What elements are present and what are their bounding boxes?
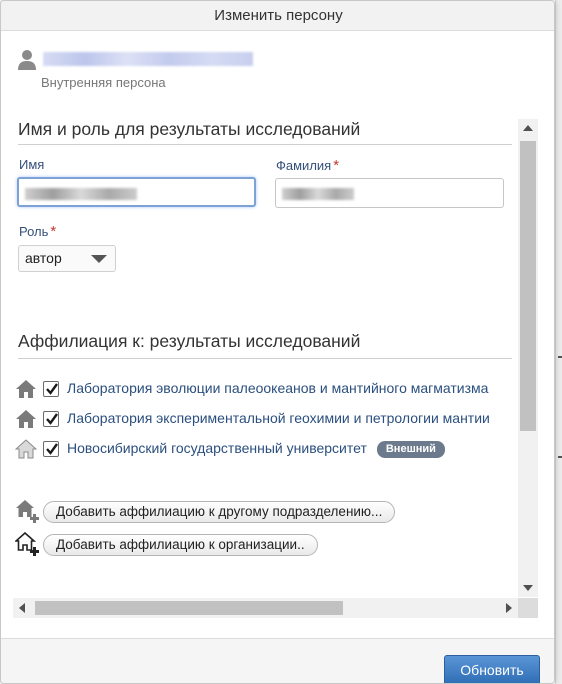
scroll-right-arrow-icon[interactable]	[506, 603, 512, 613]
add-department-affiliation-button[interactable]: Добавить аффилиацию к другому подразделе…	[43, 501, 396, 523]
dialog-title: Изменить персону	[1, 1, 554, 31]
role-select-value: автор	[25, 250, 62, 266]
last-name-field[interactable]	[275, 178, 504, 208]
scroll-up-arrow-icon[interactable]	[523, 125, 533, 131]
dialog-footer: Обновить	[1, 638, 554, 683]
section-divider	[18, 358, 512, 359]
background-page-edge	[555, 0, 562, 684]
chevron-down-icon	[91, 255, 107, 263]
home-icon	[16, 380, 36, 398]
person-icon	[18, 50, 36, 70]
horizontal-scroll-thumb[interactable]	[35, 601, 343, 615]
section-divider	[18, 144, 512, 145]
scrollbar-corner	[518, 598, 538, 618]
last-name-label: Фамилия *	[276, 157, 340, 174]
affiliation-name: Новосибирский государственный университе…	[67, 440, 367, 456]
scroll-left-arrow-icon[interactable]	[19, 603, 25, 613]
update-button[interactable]: Обновить	[444, 655, 540, 683]
affiliation-label: Новосибирский государственный университе…	[67, 440, 445, 458]
home-icon	[16, 410, 36, 428]
affiliation-checkbox[interactable]	[43, 411, 59, 427]
name-role-section-title: Имя и роль для результаты исследований	[18, 119, 361, 139]
affiliation-section-title: Аффилиация к: результаты исследований	[18, 331, 361, 351]
last-name-value-redacted	[282, 188, 354, 200]
affiliation-label: Лаборатория эволюции палеоокеанов и мант…	[67, 380, 489, 396]
required-mark: *	[333, 157, 340, 174]
edit-person-dialog: Изменить персону Внутренняя персона Имя …	[0, 0, 555, 684]
affiliation-checkbox[interactable]	[43, 381, 59, 397]
add-organization-icon	[15, 532, 39, 556]
role-select[interactable]: автор	[18, 245, 116, 272]
dialog-scroll-content[interactable]: Имя и роль для результаты исследований И…	[13, 119, 538, 621]
home-outline-icon	[15, 439, 37, 459]
add-organization-affiliation-button[interactable]: Добавить аффилиацию к организации..	[43, 534, 318, 556]
required-mark: *	[50, 223, 57, 240]
person-name-redacted	[43, 52, 253, 66]
background-page-mark	[558, 456, 562, 458]
horizontal-scrollbar[interactable]	[13, 598, 518, 618]
first-name-field[interactable]	[17, 177, 256, 207]
person-type-label: Внутренняя персона	[41, 75, 166, 90]
first-name-label: Имя	[19, 157, 45, 172]
background-page-mark	[558, 356, 562, 358]
vertical-scroll-thumb[interactable]	[520, 141, 536, 431]
role-label: Роль *	[19, 223, 57, 240]
first-name-value-redacted	[25, 188, 137, 200]
scroll-down-arrow-icon[interactable]	[523, 585, 533, 591]
affiliation-label: Лаборатория экспериментальной геохимии и…	[67, 410, 490, 426]
vertical-scrollbar[interactable]	[518, 119, 538, 597]
affiliation-checkbox[interactable]	[43, 441, 59, 457]
external-badge: Внешний	[376, 441, 445, 458]
add-department-icon	[16, 500, 39, 523]
